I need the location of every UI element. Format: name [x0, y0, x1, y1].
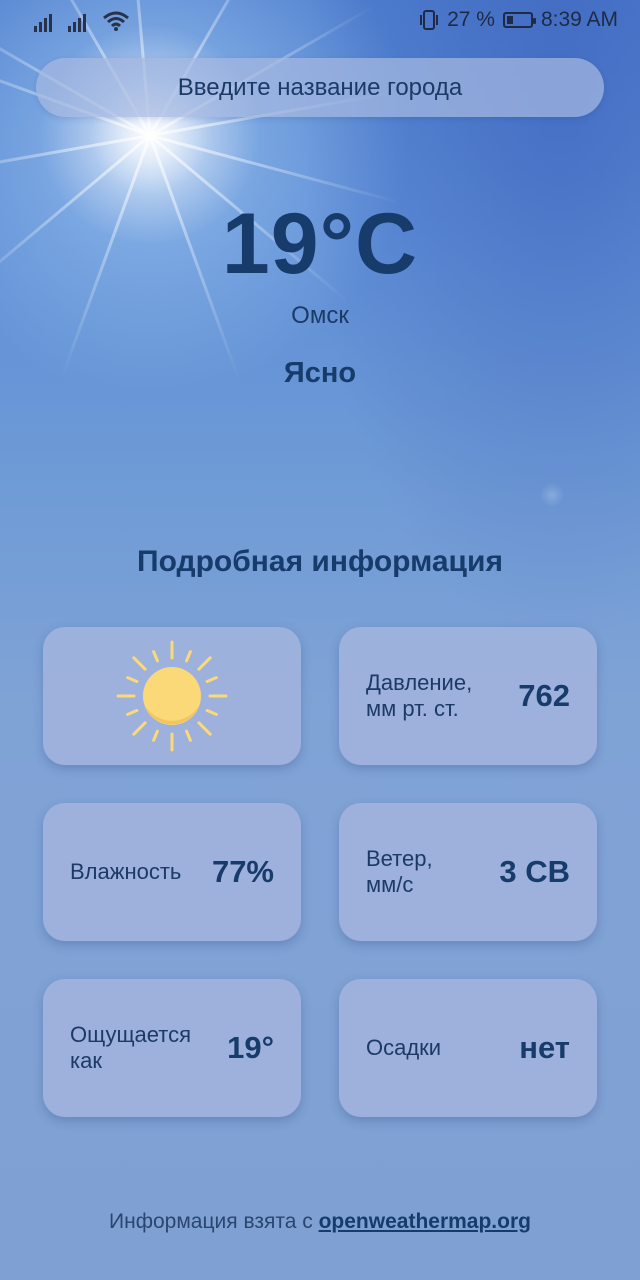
precipitation-label: Осадки: [366, 1035, 442, 1060]
feels-like-card: Ощущается как 19°: [43, 979, 301, 1117]
sun-ray: [126, 676, 139, 683]
signal-icon: [34, 12, 52, 32]
sun-ray: [152, 650, 159, 663]
sun-ray: [185, 729, 192, 742]
feels-like-label: Ощущается как: [70, 1022, 192, 1073]
sun-ray: [132, 656, 147, 671]
status-bar: 27 % 8:39 AM: [0, 0, 640, 42]
weather-icon-card: [43, 627, 301, 765]
sun-ray: [185, 650, 192, 663]
sun-disc: [143, 667, 201, 725]
sun-ray: [205, 676, 218, 683]
wind-value: 3 СВ: [499, 854, 570, 889]
footer-attribution: Информация взята с openweathermap.org: [0, 1210, 640, 1234]
battery-percent: 27 %: [447, 8, 495, 31]
sun-ray: [205, 709, 218, 716]
sun-ray: [126, 709, 139, 716]
feels-like-value: 19°: [227, 1030, 274, 1065]
humidity-card: Влажность 77%: [43, 803, 301, 941]
city-name: Омск: [291, 302, 349, 329]
sunlight-ray: [0, 133, 151, 182]
current-temperature: 19°C: [221, 196, 419, 292]
sun-icon: [116, 640, 228, 752]
sun-ray: [152, 729, 159, 742]
weather-condition: Ясно: [283, 357, 357, 389]
sun-ray: [197, 656, 212, 671]
wind-label: Ветер, мм/с: [366, 846, 433, 897]
battery-icon: [502, 12, 536, 28]
pressure-card: Давление, мм рт. ст. 762: [339, 627, 597, 765]
sun-ray: [197, 721, 212, 736]
wifi-icon: [103, 11, 129, 31]
precipitation-card: Осадки нет: [339, 979, 597, 1117]
precipitation-value: нет: [519, 1030, 570, 1065]
humidity-value: 77%: [211, 854, 274, 889]
pressure-value: 762: [518, 678, 570, 713]
humidity-label: Влажность: [70, 859, 182, 884]
city-search-input[interactable]: [36, 58, 604, 117]
vibrate-icon: [420, 10, 439, 30]
details-title: Подробная информация: [137, 545, 503, 578]
clock: 8:39 AM: [540, 8, 618, 31]
sun-ray: [132, 721, 147, 736]
signal-icon: [68, 12, 86, 32]
footer-text: Информация взята с: [109, 1210, 319, 1233]
pressure-label: Давление, мм рт. ст.: [366, 670, 473, 721]
openweathermap-link[interactable]: openweathermap.org: [319, 1210, 531, 1233]
wind-card: Ветер, мм/с 3 СВ: [339, 803, 597, 941]
